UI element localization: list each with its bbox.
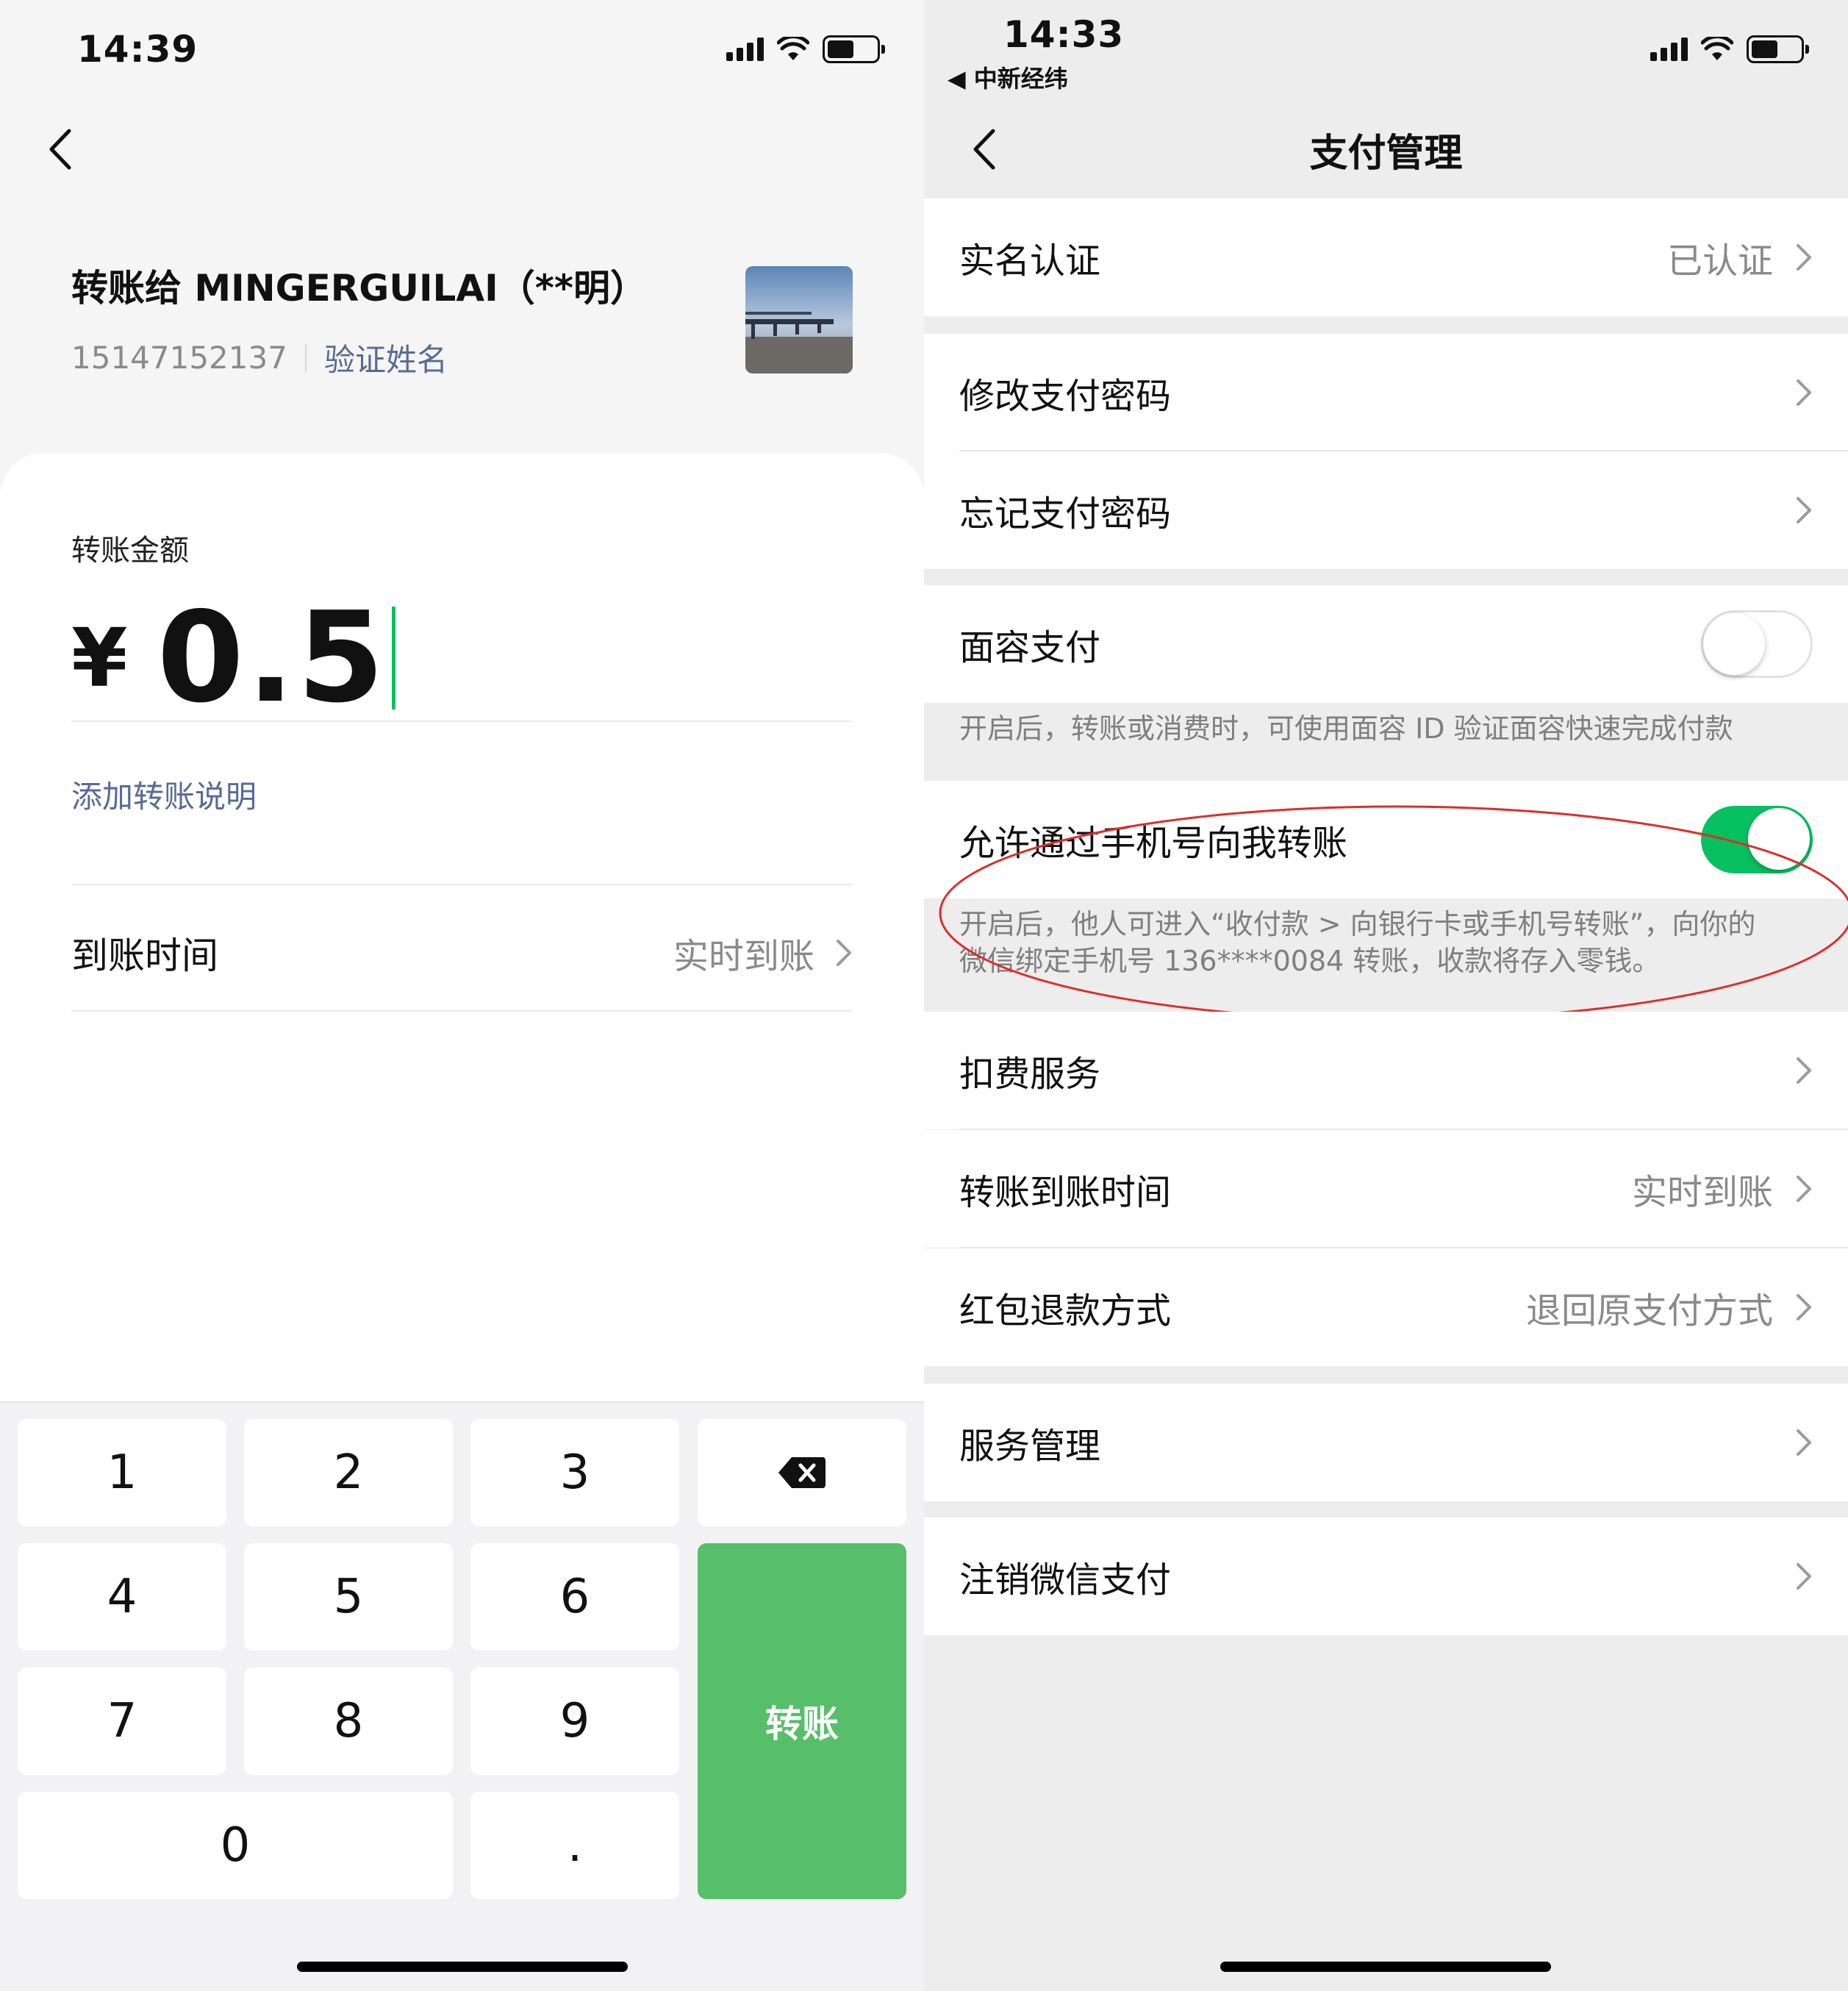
chevron-right-icon bbox=[837, 940, 851, 966]
row-label: 面容支付 bbox=[959, 627, 1101, 668]
forgot-password-row[interactable]: 忘记支付密码 bbox=[924, 451, 1848, 569]
key-4[interactable]: 4 bbox=[18, 1543, 226, 1651]
battery-icon bbox=[1747, 35, 1809, 63]
back-to-app-link[interactable]: ◀ 中新经纬 bbox=[948, 60, 1068, 94]
home-indicator[interactable] bbox=[1220, 1962, 1551, 1972]
service-management-row[interactable]: 服务管理 bbox=[924, 1384, 1848, 1501]
wifi-icon bbox=[777, 37, 809, 60]
text-caret bbox=[391, 607, 395, 709]
row-label: 实名认证 bbox=[959, 240, 1101, 282]
chevron-right-icon bbox=[1797, 1176, 1811, 1202]
arrival-time-row[interactable]: 到账时间 实时到账 bbox=[71, 894, 853, 1012]
status-time: 14:33 bbox=[1003, 13, 1125, 56]
cancel-wechat-pay-row[interactable]: 注销微信支付 bbox=[924, 1518, 1848, 1635]
verify-name-link[interactable]: 验证姓名 bbox=[324, 335, 448, 380]
chevron-right-icon bbox=[1797, 1057, 1811, 1084]
row-label: 扣费服务 bbox=[959, 1054, 1101, 1095]
transfer-button[interactable]: 转账 bbox=[698, 1543, 906, 1899]
row-value: 已认证 bbox=[1666, 240, 1773, 282]
key-1[interactable]: 1 bbox=[18, 1419, 226, 1526]
row-label: 忘记支付密码 bbox=[959, 493, 1172, 535]
key-2[interactable]: 2 bbox=[244, 1419, 453, 1526]
cellular-signal-icon bbox=[1650, 37, 1688, 61]
transfer-screen: 14:39 转账给 MINGERGUILAI（**明） 15147152137 … bbox=[0, 0, 924, 1991]
key-7[interactable]: 7 bbox=[18, 1667, 226, 1775]
chevron-right-icon bbox=[1797, 497, 1811, 523]
recipient-phone: 15147152137 bbox=[71, 340, 287, 376]
recipient-info: 转账给 MINGERGUILAI（**明） 15147152137 验证姓名 bbox=[71, 259, 647, 380]
amount-label: 转账金额 bbox=[71, 534, 189, 568]
numeric-keypad: 1 2 3 4 5 6 7 8 9 0 . 转账 bbox=[0, 1401, 924, 1991]
key-6[interactable]: 6 bbox=[470, 1543, 679, 1651]
currency-symbol: ¥ bbox=[71, 611, 128, 705]
key-5[interactable]: 5 bbox=[244, 1543, 453, 1651]
payment-management-screen: 14:33 ◀ 中新经纬 支付管理 实名认证 已认证 修改支付密码 忘记支付密码… bbox=[924, 0, 1848, 1991]
battery-icon bbox=[823, 35, 885, 63]
divider bbox=[71, 721, 853, 722]
chevron-right-icon bbox=[1797, 379, 1811, 406]
row-label: 红包退款方式 bbox=[959, 1290, 1172, 1331]
transfer-time-row[interactable]: 转账到账时间 实时到账 bbox=[924, 1130, 1848, 1248]
chevron-left-icon bbox=[49, 129, 71, 170]
separator bbox=[304, 343, 307, 372]
row-label: 注销微信支付 bbox=[959, 1559, 1172, 1601]
divider bbox=[71, 1010, 853, 1012]
row-value: 退回原支付方式 bbox=[1525, 1290, 1773, 1331]
key-8[interactable]: 8 bbox=[244, 1667, 453, 1775]
screenshot-composite: 14:39 转账给 MINGERGUILAI（**明） 15147152137 … bbox=[0, 0, 1848, 1991]
amount-card: 转账金额 ¥ 0.5 添加转账说明 到账时间 实时到账 bbox=[0, 453, 924, 1401]
page-title: 支付管理 bbox=[1309, 132, 1463, 176]
add-note-link[interactable]: 添加转账说明 bbox=[71, 772, 257, 817]
back-button[interactable] bbox=[43, 124, 79, 175]
row-label: 转账到账时间 bbox=[959, 1172, 1172, 1213]
key-3[interactable]: 3 bbox=[470, 1419, 679, 1526]
amount-input[interactable]: ¥ 0.5 bbox=[71, 585, 395, 731]
deduction-service-row[interactable]: 扣费服务 bbox=[924, 1012, 1848, 1129]
cellular-signal-icon bbox=[726, 37, 764, 61]
change-password-row[interactable]: 修改支付密码 bbox=[924, 334, 1848, 451]
status-time: 14:39 bbox=[77, 28, 198, 71]
arrival-time-value: 实时到账 bbox=[673, 936, 814, 977]
divider bbox=[71, 884, 853, 885]
red-packet-refund-row[interactable]: 红包退款方式 退回原支付方式 bbox=[924, 1248, 1848, 1366]
backspace-key[interactable] bbox=[698, 1419, 906, 1526]
chevron-right-icon bbox=[1797, 1563, 1811, 1590]
arrival-time-label: 到账时间 bbox=[71, 934, 218, 977]
row-label: 修改支付密码 bbox=[959, 376, 1172, 417]
chevron-right-icon bbox=[1797, 1429, 1811, 1456]
amount-value: 0.5 bbox=[157, 585, 387, 731]
row-label: 服务管理 bbox=[959, 1426, 1101, 1467]
key-9[interactable]: 9 bbox=[470, 1667, 679, 1775]
home-indicator[interactable] bbox=[297, 1962, 628, 1972]
key-0[interactable]: 0 bbox=[18, 1792, 453, 1899]
row-value: 实时到账 bbox=[1631, 1172, 1773, 1213]
face-pay-row: 面容支付 bbox=[924, 585, 1848, 703]
chevron-right-icon bbox=[1797, 244, 1811, 271]
red-annotation-ellipse bbox=[939, 805, 1848, 1021]
backspace-icon bbox=[778, 1457, 825, 1488]
recipient-avatar bbox=[745, 266, 853, 373]
real-name-row[interactable]: 实名认证 已认证 bbox=[924, 199, 1848, 316]
chevron-right-icon bbox=[1797, 1294, 1811, 1320]
face-pay-toggle[interactable] bbox=[1701, 610, 1813, 678]
key-decimal[interactable]: . bbox=[470, 1792, 679, 1899]
wifi-icon bbox=[1701, 37, 1733, 60]
recipient-name: 转账给 MINGERGUILAI（**明） bbox=[71, 267, 648, 310]
status-bar: 14:39 bbox=[0, 0, 924, 103]
face-pay-description: 开启后，转账或消费时，可使用面容 ID 验证面容快速完成付款 bbox=[959, 712, 1733, 745]
